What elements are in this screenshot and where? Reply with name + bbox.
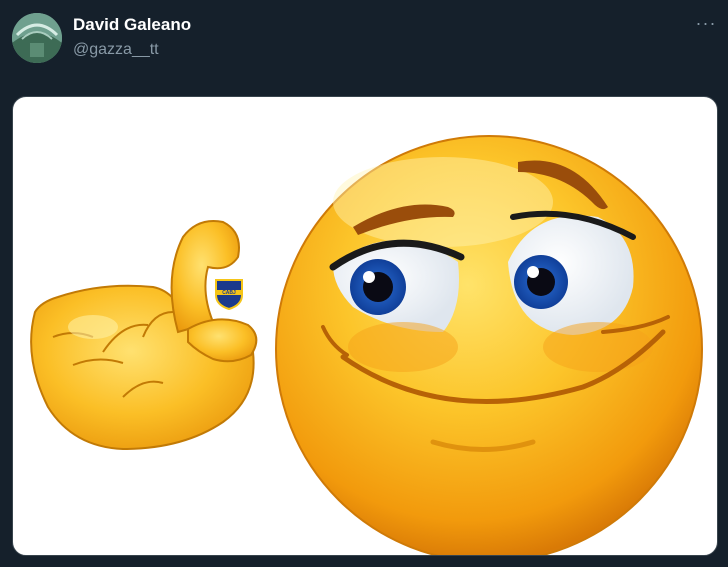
author-handle[interactable]: @gazza__tt <box>73 40 159 60</box>
cabj-badge: CABJ <box>215 279 243 311</box>
more-horizontal-icon: ··· <box>695 13 717 33</box>
more-options-button[interactable]: ··· <box>690 12 722 38</box>
author-display-name[interactable]: David Galeano <box>73 14 191 36</box>
media-image: CABJ <box>30 135 703 555</box>
smirking-face-emoji <box>275 135 703 555</box>
tweet-media[interactable]: CABJ <box>12 96 718 556</box>
pinching-hand-emoji <box>30 220 258 451</box>
badge-text: CABJ <box>222 290 236 296</box>
avatar-image <box>12 13 62 63</box>
tweet-header: David Galeano @gazza__tt ··· <box>0 0 728 90</box>
avatar[interactable] <box>12 13 62 63</box>
